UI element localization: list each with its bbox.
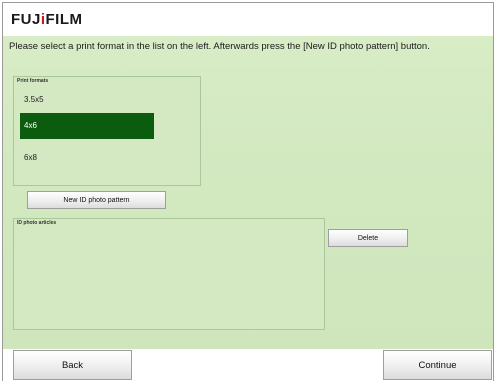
- logo-text-post: FILM: [45, 11, 83, 28]
- delete-button[interactable]: Delete: [328, 229, 408, 247]
- fujifilm-logo: FUJiFILM: [11, 11, 83, 28]
- new-id-photo-pattern-button[interactable]: New ID photo pattern: [27, 191, 166, 209]
- back-button[interactable]: Back: [13, 350, 132, 380]
- app-window: FUJiFILM Please select a print format in…: [2, 2, 494, 382]
- continue-button[interactable]: Continue: [383, 350, 492, 380]
- header: FUJiFILM: [3, 3, 493, 36]
- format-item-3-5x5[interactable]: 3.5x5: [20, 87, 154, 113]
- logo-text-pre: FUJ: [11, 11, 41, 28]
- id-photo-articles-label: ID photo articles: [17, 220, 57, 226]
- id-photo-articles-group[interactable]: ID photo articles: [13, 218, 325, 330]
- format-item-6x8[interactable]: 6x8: [20, 145, 154, 171]
- print-formats-group: Print formats 3.5x5 4x6 6x8: [13, 76, 201, 186]
- print-formats-label: Print formats: [17, 78, 49, 84]
- main-panel: Please select a print format in the list…: [3, 36, 493, 349]
- format-item-4x6-selected[interactable]: 4x6: [20, 113, 154, 139]
- footer: Back Continue: [3, 349, 493, 382]
- instruction-text: Please select a print format in the list…: [9, 41, 430, 52]
